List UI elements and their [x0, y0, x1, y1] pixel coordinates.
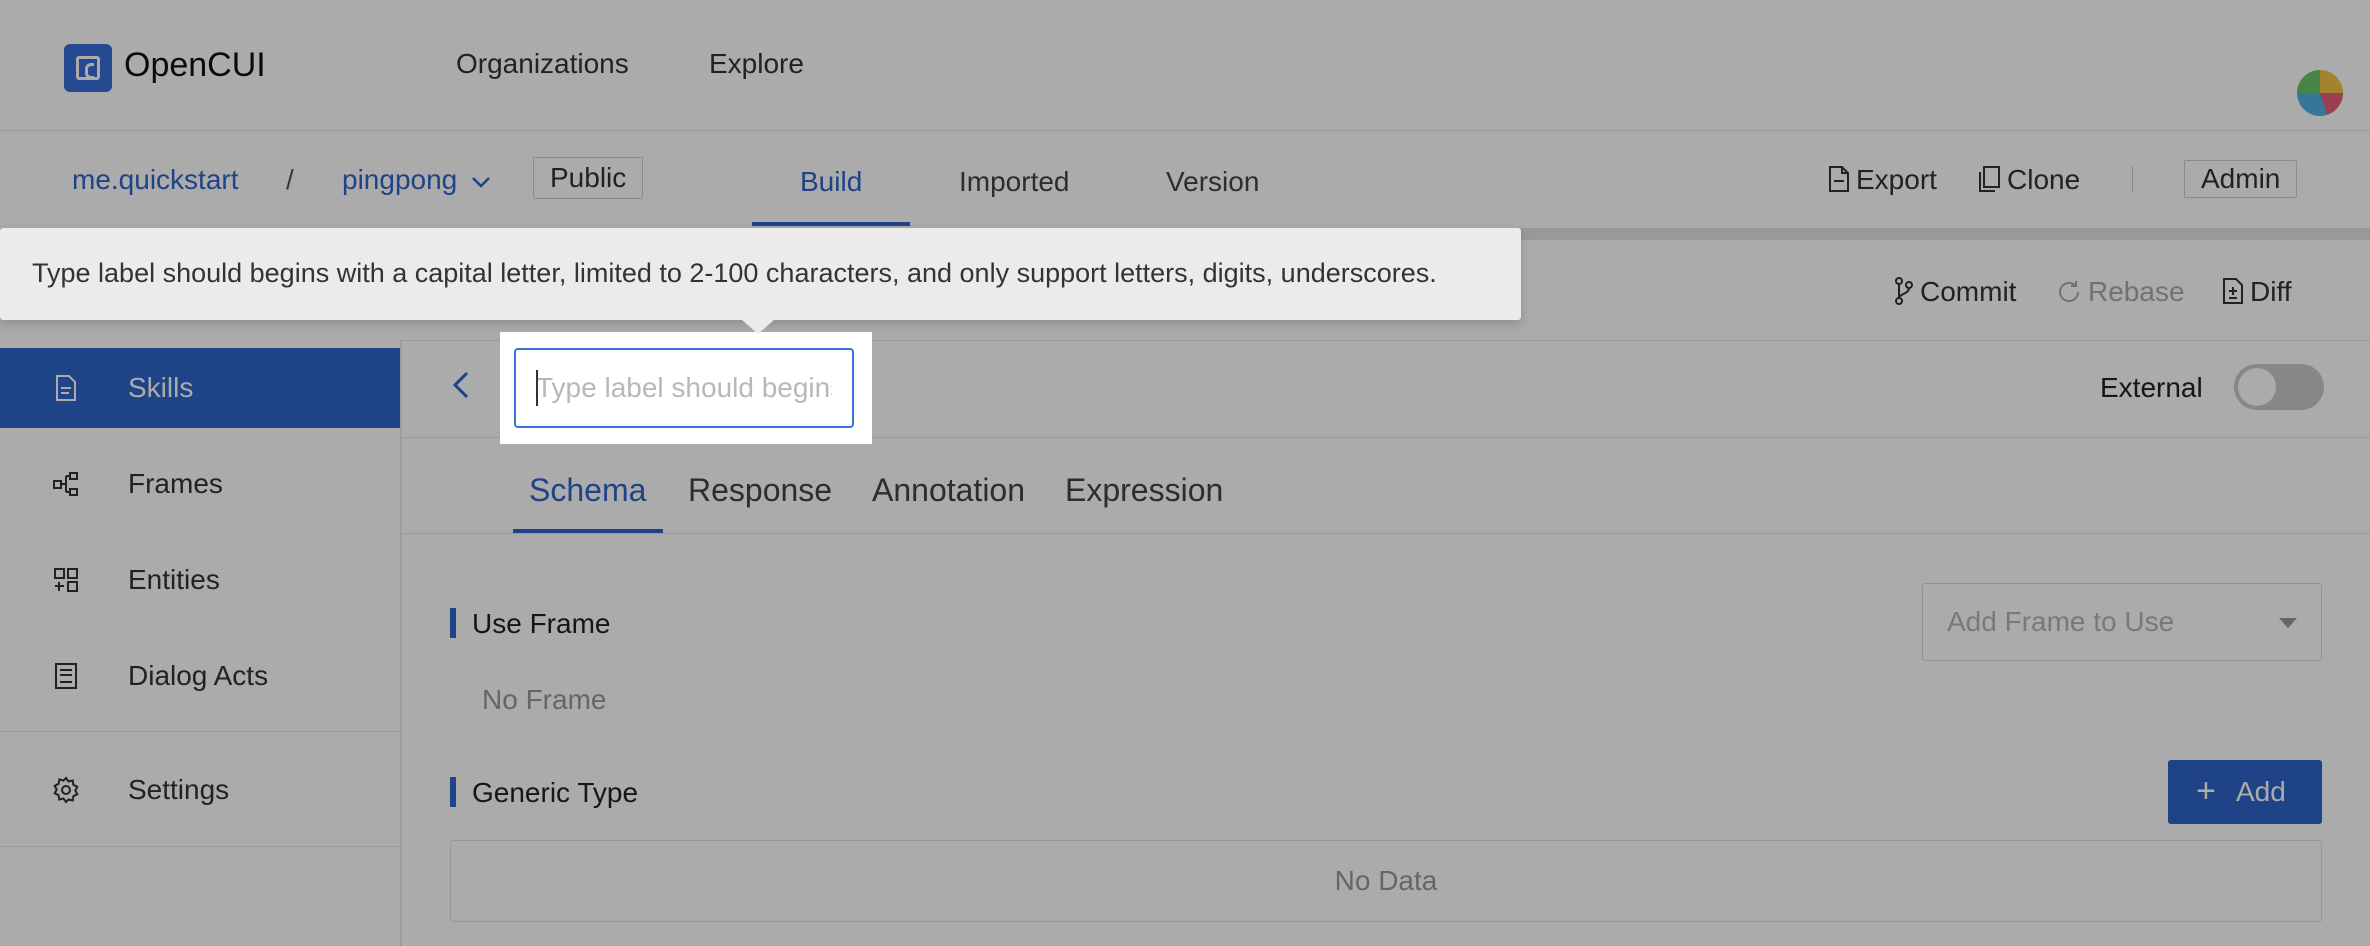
validation-tooltip: Type label should begins with a capital …	[0, 228, 1521, 334]
tooltip-text: Type label should begins with a capital …	[32, 258, 1437, 288]
tooltip-arrow	[742, 320, 774, 334]
label-input-highlight	[500, 332, 872, 444]
modal-overlay[interactable]	[0, 0, 2370, 946]
text-cursor	[536, 370, 538, 406]
skill-label-input[interactable]	[514, 348, 854, 428]
